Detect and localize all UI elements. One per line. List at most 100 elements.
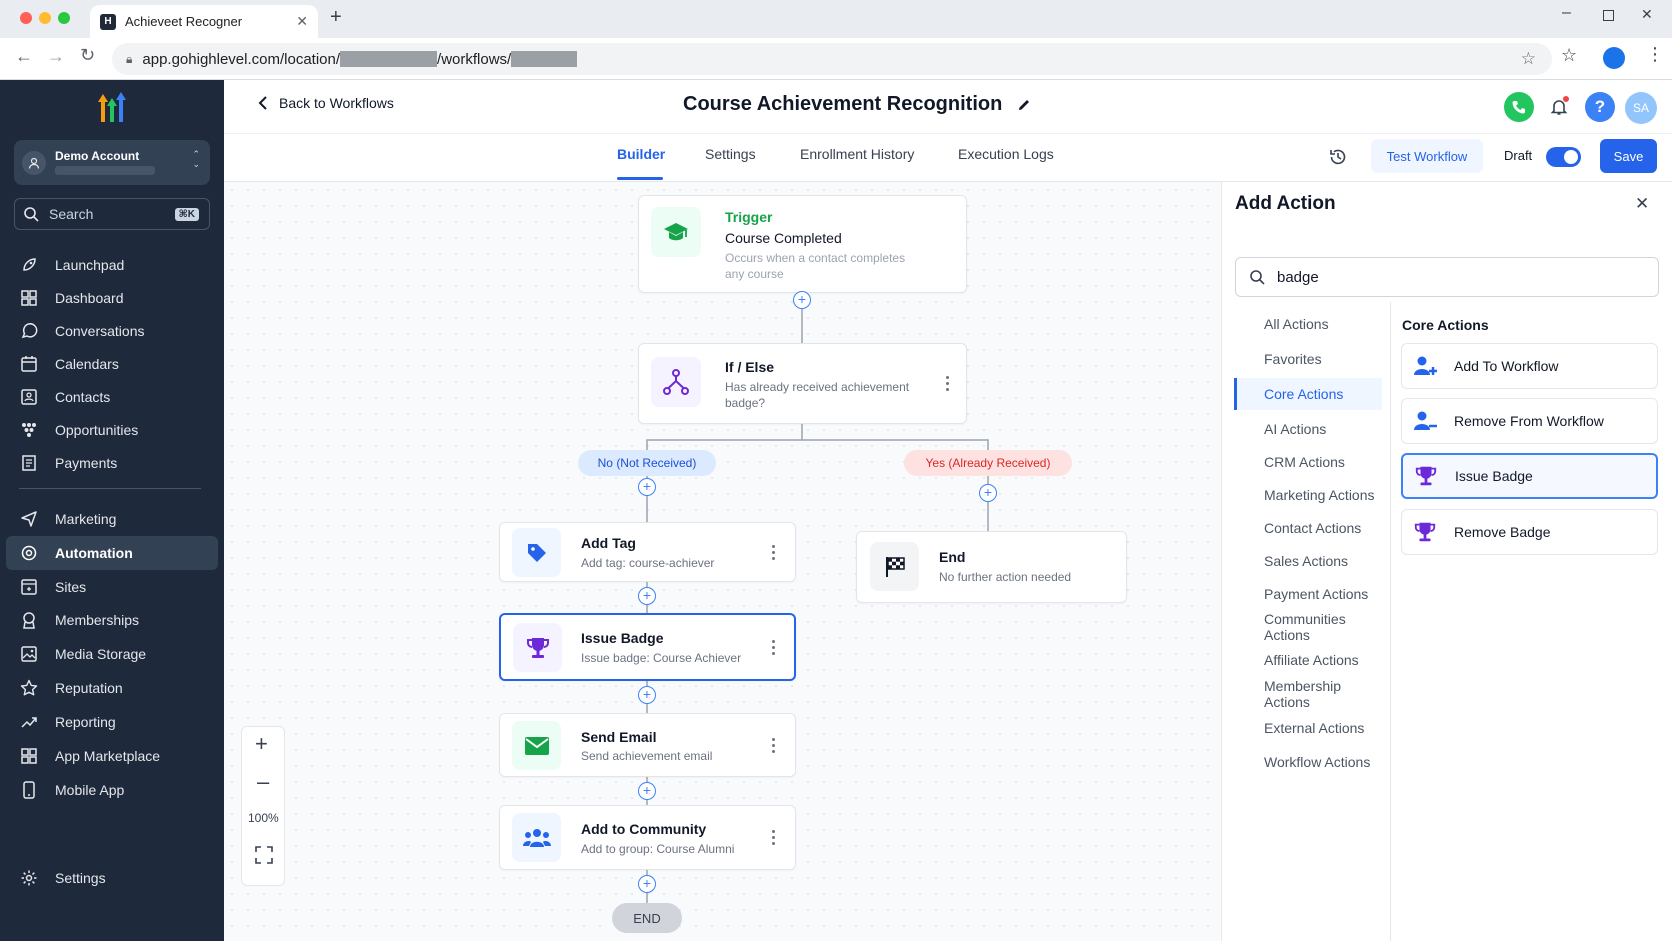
phone-call-button[interactable] — [1504, 92, 1534, 122]
sidebar-item-calendars[interactable]: Calendars — [6, 347, 218, 381]
sidebar-item-media-storage[interactable]: Media Storage — [6, 637, 218, 671]
minimize-window-dot[interactable] — [39, 12, 51, 24]
notifications-button[interactable] — [1544, 92, 1574, 122]
more-options-icon[interactable] — [946, 376, 950, 394]
sidebar-item-mobile-app[interactable]: Mobile App — [6, 773, 218, 807]
add-step-button[interactable]: + — [979, 484, 997, 502]
close-tab-icon[interactable]: ✕ — [296, 13, 308, 30]
sidebar-label: App Marketplace — [55, 748, 161, 764]
end-branch-card[interactable]: End No further action needed — [856, 531, 1127, 603]
close-window-dot[interactable] — [20, 12, 32, 24]
add-step-button[interactable]: + — [638, 587, 656, 605]
pencil-icon[interactable] — [1016, 97, 1032, 113]
test-workflow-button[interactable]: Test Workflow — [1371, 139, 1483, 173]
new-tab-icon[interactable]: + — [330, 6, 342, 29]
workflow-canvas[interactable]: Trigger Course Completed Occurs when a c… — [224, 182, 1221, 941]
user-avatar[interactable]: SA — [1625, 92, 1657, 124]
zoom-out-button[interactable]: – — [257, 769, 269, 795]
more-options-icon[interactable] — [772, 830, 776, 848]
step-card-add-tag[interactable]: Add Tag Add tag: course-achiever — [499, 522, 796, 582]
active-tab-underline — [617, 177, 663, 180]
back-to-workflows-link[interactable]: Back to Workflows — [256, 95, 394, 111]
category-membership-actions[interactable]: Membership Actions — [1234, 678, 1382, 710]
sidebar-item-sites[interactable]: Sites — [6, 570, 218, 604]
sidebar-label: Reporting — [55, 714, 116, 730]
close-icon[interactable]: ✕ — [1641, 6, 1653, 23]
url-field[interactable]: 🔒︎ app.gohighlevel.com/location/ /workfl… — [112, 43, 1552, 75]
action-add-to-workflow[interactable]: Add To Workflow — [1401, 343, 1658, 389]
sidebar-item-launchpad[interactable]: Launchpad — [6, 248, 218, 282]
action-remove-from-workflow[interactable]: Remove From Workflow — [1401, 398, 1658, 444]
trigger-card[interactable]: Trigger Course Completed Occurs when a c… — [638, 195, 967, 293]
sidebar-item-app-marketplace[interactable]: App Marketplace — [6, 739, 218, 773]
bookmarks-icon[interactable]: ☆ — [1561, 45, 1577, 66]
action-issue-badge[interactable]: Issue Badge — [1401, 453, 1658, 499]
sidebar-item-marketing[interactable]: Marketing — [6, 502, 218, 536]
close-panel-icon[interactable]: ✕ — [1635, 194, 1649, 214]
more-options-icon[interactable] — [772, 738, 776, 756]
add-step-button[interactable]: + — [638, 782, 656, 800]
media-icon — [21, 646, 37, 662]
restore-icon[interactable] — [1603, 10, 1614, 21]
action-search-input[interactable]: badge — [1235, 257, 1659, 297]
action-remove-badge[interactable]: Remove Badge — [1401, 509, 1658, 555]
history-icon[interactable] — [1328, 147, 1348, 167]
category-communities-actions[interactable]: Communities Actions — [1234, 611, 1382, 643]
sidebar-search[interactable]: Search ⌘K — [14, 198, 210, 230]
fit-screen-icon[interactable] — [255, 846, 273, 864]
category-sales-actions[interactable]: Sales Actions — [1234, 545, 1382, 577]
more-options-icon[interactable] — [772, 640, 776, 658]
category-affiliate-actions[interactable]: Affiliate Actions — [1234, 644, 1382, 676]
sidebar-item-reporting[interactable]: Reporting — [6, 705, 218, 739]
back-arrow-icon[interactable]: ← — [15, 46, 33, 67]
zoom-in-button[interactable]: + — [255, 731, 268, 757]
sidebar-item-opportunities[interactable]: Opportunities — [6, 413, 218, 447]
category-marketing-actions[interactable]: Marketing Actions — [1234, 479, 1382, 511]
sidebar-item-reputation[interactable]: Reputation — [6, 671, 218, 705]
account-switcher[interactable]: Demo Account ⌃ ⌄ — [14, 140, 210, 185]
sidebar-item-settings[interactable]: Settings — [6, 861, 218, 895]
category-all-actions[interactable]: All Actions — [1234, 308, 1382, 340]
add-step-button[interactable]: + — [793, 291, 811, 309]
bookmark-star-icon[interactable]: ☆ — [1521, 49, 1536, 69]
category-crm-actions[interactable]: CRM Actions — [1234, 446, 1382, 478]
action-label: Remove From Workflow — [1454, 413, 1604, 429]
sidebar-item-dashboard[interactable]: Dashboard — [6, 281, 218, 315]
tab-builder[interactable]: Builder — [617, 146, 665, 162]
tab-enrollment-history[interactable]: Enrollment History — [800, 146, 914, 162]
browser-menu-icon[interactable]: ⋮ — [1646, 44, 1664, 65]
receipt-icon — [22, 455, 36, 471]
category-contact-actions[interactable]: Contact Actions — [1234, 512, 1382, 544]
step-card-send-email[interactable]: Send Email Send achievement email — [499, 713, 796, 777]
add-step-button[interactable]: + — [638, 686, 656, 704]
tab-settings[interactable]: Settings — [705, 146, 756, 162]
reload-icon[interactable]: ↻ — [80, 45, 95, 66]
sidebar-item-payments[interactable]: Payments — [6, 446, 218, 480]
step-card-issue-badge[interactable]: Issue Badge Issue badge: Course Achiever — [499, 613, 796, 681]
profile-icon[interactable] — [1603, 47, 1625, 69]
category-favorites[interactable]: Favorites — [1234, 343, 1382, 375]
ifelse-card[interactable]: If / Else Has already received achieveme… — [638, 343, 967, 424]
more-options-icon[interactable] — [772, 545, 776, 563]
maximize-window-dot[interactable] — [58, 12, 70, 24]
tab-execution-logs[interactable]: Execution Logs — [958, 146, 1054, 162]
add-step-button[interactable]: + — [638, 478, 656, 496]
sidebar-item-memberships[interactable]: Memberships — [6, 603, 218, 637]
sidebar-item-contacts[interactable]: Contacts — [6, 380, 218, 414]
account-name: Demo Account — [55, 149, 140, 163]
add-step-button[interactable]: + — [638, 875, 656, 893]
help-button[interactable]: ? — [1585, 92, 1615, 122]
category-external-actions[interactable]: External Actions — [1234, 712, 1382, 744]
category-workflow-actions[interactable]: Workflow Actions — [1234, 746, 1382, 778]
category-core-actions[interactable]: Core Actions — [1234, 378, 1382, 410]
step-card-add-to-community[interactable]: Add to Community Add to group: Course Al… — [499, 805, 796, 870]
sidebar-item-conversations[interactable]: Conversations — [6, 314, 218, 348]
minimize-icon[interactable]: – — [1562, 4, 1571, 22]
publish-toggle[interactable] — [1546, 147, 1581, 167]
sidebar-item-automation[interactable]: Automation — [6, 536, 218, 570]
save-button[interactable]: Save — [1600, 139, 1657, 173]
category-ai-actions[interactable]: AI Actions — [1234, 413, 1382, 445]
browser-tab[interactable]: H Achieveet Recogner ✕ — [90, 5, 318, 38]
category-payment-actions[interactable]: Payment Actions — [1234, 578, 1382, 610]
forward-arrow-icon[interactable]: → — [47, 46, 65, 67]
